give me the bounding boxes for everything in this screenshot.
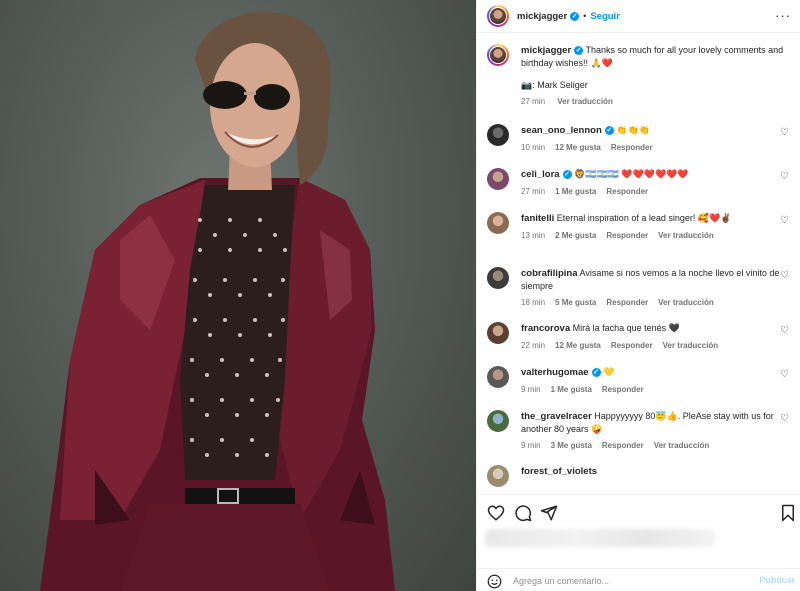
post-photo[interactable] — [0, 0, 476, 591]
translate-link[interactable]: Ver traducción — [557, 97, 613, 106]
heart-outline-icon[interactable]: ♡ — [780, 270, 789, 281]
commenter-avatar[interactable] — [487, 267, 509, 289]
comment-text: Mirá la facha que tenés 🖤 — [572, 323, 680, 333]
reply-button[interactable]: Responder — [611, 341, 653, 350]
smiley-icon[interactable] — [487, 574, 502, 589]
caption-username[interactable]: mickjagger — [521, 45, 571, 56]
comment-username[interactable]: celi_lora — [521, 169, 560, 180]
comment-likes[interactable]: 5 Me gusta — [555, 298, 596, 307]
comment-item: the_gravelracer Happyyyyyy 80😇👍. PleAse … — [487, 410, 791, 452]
comment-text: 🦁🇦🇷🇦🇷🇦🇷 ❤️❤️❤️❤️❤️❤️ — [574, 169, 689, 179]
verified-badge-icon: ✓ — [604, 126, 614, 136]
reply-button[interactable]: Responder — [602, 385, 644, 394]
comment-username[interactable]: valterhugomae — [521, 367, 589, 378]
comment-likes[interactable]: 1 Me gusta — [551, 385, 592, 394]
post-panel: mickjagger ✓ • Seguir ··· mickjagger ✓ Th… — [476, 0, 800, 591]
commenter-avatar[interactable] — [487, 124, 509, 146]
commenter-avatar[interactable] — [487, 322, 509, 344]
comment-likes[interactable]: 12 Me gusta — [555, 143, 601, 152]
heart-outline-icon[interactable]: ♡ — [780, 171, 789, 182]
comment-time[interactable]: 9 min — [521, 385, 541, 394]
comment-item: forest_of_violets — [487, 465, 791, 487]
reply-button[interactable]: Responder — [606, 298, 648, 307]
comment-time[interactable]: 22 min — [521, 341, 545, 350]
comment-item: valterhugomae ✓ 💛 9 min 1 Me gusta Responde… — [487, 366, 791, 396]
reply-button[interactable]: Responder — [606, 187, 648, 196]
reply-button[interactable]: Responder — [602, 441, 644, 450]
verified-badge-icon: ✓ — [591, 368, 601, 378]
translate-link[interactable]: Ver traducción — [658, 298, 714, 307]
caption-time[interactable]: 27 min — [521, 97, 545, 106]
comment-time[interactable]: 9 min — [521, 441, 541, 450]
action-bar — [477, 494, 800, 547]
post-image — [40, 12, 395, 591]
verified-badge-icon: ✓ — [562, 170, 572, 180]
comment-text: Eternal inspiration of a lead singer! 🥰❤… — [556, 213, 732, 223]
comment-composer: Publicar — [477, 568, 800, 591]
commenter-avatar[interactable] — [487, 465, 509, 487]
verified-badge-icon: ✓ — [570, 11, 580, 21]
photo-credit: 📷: Mark Seliger — [521, 80, 588, 90]
commenter-avatar[interactable] — [487, 366, 509, 388]
comment-text: 💛 — [603, 367, 615, 377]
follow-button[interactable]: Seguir — [590, 11, 620, 22]
author-avatar[interactable] — [487, 44, 509, 66]
heart-outline-icon[interactable]: ♡ — [780, 413, 789, 424]
reply-button[interactable]: Responder — [606, 231, 648, 240]
caption: mickjagger ✓ Thanks so much for all your … — [487, 44, 791, 108]
comment-item: sean_ono_lennon ✓ 👏👏👏 10 min 12 Me gusta Re… — [487, 124, 791, 154]
comment-time[interactable]: 18 min — [521, 298, 545, 307]
author-username[interactable]: mickjagger — [517, 11, 567, 22]
commenter-avatar[interactable] — [487, 168, 509, 190]
comment-likes[interactable]: 2 Me gusta — [555, 231, 596, 240]
post-header: mickjagger ✓ • Seguir ··· — [477, 0, 800, 33]
comment-username[interactable]: the_gravelracer — [521, 411, 592, 422]
comment-item: celi_lora ✓ 🦁🇦🇷🇦🇷🇦🇷 ❤️❤️❤️❤️❤️❤️ 27 min 1 … — [487, 168, 791, 198]
comment-likes[interactable]: 1 Me gusta — [555, 187, 596, 196]
comment-username[interactable]: sean_ono_lennon — [521, 125, 602, 136]
separator-dot: • — [583, 11, 587, 21]
heart-icon[interactable] — [487, 504, 505, 522]
comment-text: 👏👏👏 — [616, 125, 650, 135]
comment-time[interactable]: 27 min — [521, 187, 545, 196]
commenter-avatar[interactable] — [487, 212, 509, 234]
commenter-avatar[interactable] — [487, 410, 509, 432]
comment-time[interactable]: 10 min — [521, 143, 545, 152]
publish-button[interactable]: Publicar — [759, 575, 795, 585]
comment-input[interactable] — [513, 573, 743, 588]
comment-time[interactable]: 13 min — [521, 231, 545, 240]
comments-scroll[interactable]: mickjagger ✓ Thanks so much for all your … — [477, 34, 800, 494]
translate-link[interactable]: Ver traducción — [654, 441, 710, 450]
verified-badge-icon: ✓ — [574, 46, 584, 56]
comment-username[interactable]: cobrafilipina — [521, 268, 577, 279]
reply-button[interactable]: Responder — [611, 143, 653, 152]
likes-summary-blurred — [485, 529, 715, 547]
translate-link[interactable]: Ver traducción — [658, 231, 714, 240]
heart-outline-icon[interactable]: ♡ — [780, 215, 789, 226]
comment-likes[interactable]: 3 Me gusta — [551, 441, 592, 450]
comment-item: fanitelli Eternal inspiration of a lead … — [487, 212, 791, 242]
comment-likes[interactable]: 12 Me gusta — [555, 341, 601, 350]
heart-outline-icon[interactable]: ♡ — [780, 325, 789, 336]
heart-outline-icon[interactable]: ♡ — [780, 127, 789, 138]
comment-item: cobrafilipina Avisame si nos vemos a la … — [487, 267, 791, 309]
author-avatar[interactable] — [487, 5, 509, 27]
comment-username[interactable]: forest_of_violets — [521, 466, 597, 477]
heart-outline-icon[interactable]: ♡ — [780, 369, 789, 380]
comment-icon[interactable] — [514, 504, 532, 522]
translate-link[interactable]: Ver traducción — [663, 341, 719, 350]
comment-username[interactable]: fanitelli — [521, 213, 554, 224]
bookmark-icon[interactable] — [779, 504, 797, 522]
send-icon[interactable] — [540, 504, 558, 522]
comment-item: francorova Mirá la facha que tenés 🖤 22 … — [487, 322, 791, 352]
comment-username[interactable]: francorova — [521, 323, 570, 334]
more-horizontal-icon[interactable]: ··· — [775, 8, 791, 23]
